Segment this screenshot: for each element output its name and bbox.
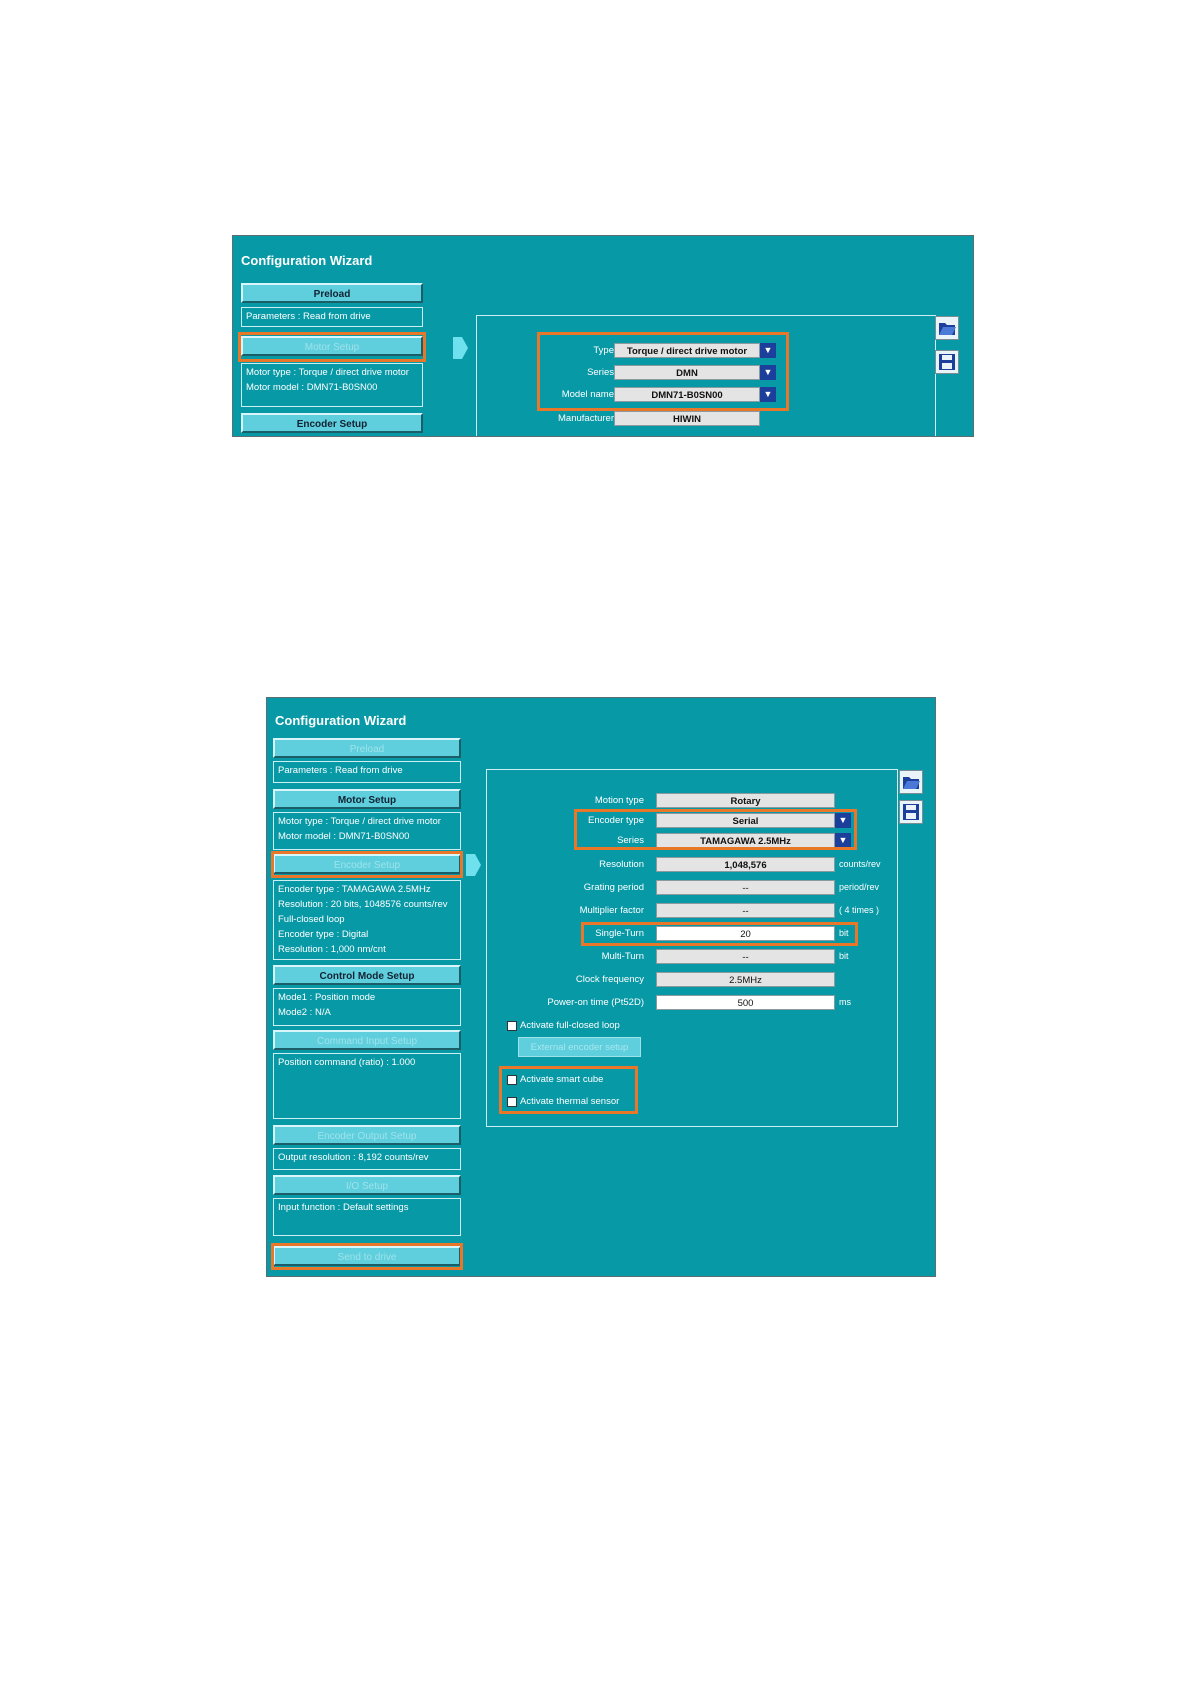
model-name-dropdown-icon[interactable]: ▼ bbox=[760, 387, 776, 402]
parameters-info-text: Parameters : Read from drive bbox=[246, 311, 371, 322]
save-file-button-2[interactable] bbox=[899, 800, 923, 824]
encoder-type-dropdown-icon[interactable]: ▼ bbox=[835, 813, 851, 828]
preload-button[interactable]: Preload bbox=[241, 283, 423, 303]
control-mode-info-line: Mode2 : N/A bbox=[278, 1007, 331, 1018]
encoder-info-line: Encoder type : TAMAGAWA 2.5MHz bbox=[278, 884, 431, 895]
clock-frequency-field: 2.5MHz bbox=[656, 972, 835, 987]
encoder-info-line: Encoder type : Digital bbox=[278, 929, 369, 940]
open-file-button[interactable] bbox=[935, 316, 959, 340]
parameters-info-2: Parameters : Read from drive bbox=[273, 761, 461, 783]
window-title-2: Configuration Wizard bbox=[275, 713, 407, 728]
series-label: Series bbox=[587, 367, 614, 378]
multiplier-factor-unit: ( 4 times ) bbox=[839, 905, 880, 915]
floppy-disk-icon bbox=[939, 354, 955, 370]
model-name-label: Model name bbox=[561, 389, 614, 400]
single-turn-unit: bit bbox=[839, 928, 849, 938]
command-input-info: Position command (ratio) : 1.000 bbox=[273, 1053, 461, 1119]
multiplier-factor-field: -- bbox=[656, 903, 835, 918]
multi-turn-label: Multi-Turn bbox=[601, 951, 644, 962]
motion-type-label: Motion type bbox=[594, 795, 644, 806]
config-wizard-window-2: Configuration Wizard Preload Parameters … bbox=[266, 697, 936, 1277]
active-step-arrow bbox=[453, 337, 468, 359]
io-info-line: Input function : Default settings bbox=[278, 1202, 409, 1213]
open-folder-icon bbox=[903, 777, 920, 789]
save-file-button[interactable] bbox=[935, 350, 959, 374]
encoder-type-select[interactable]: Serial bbox=[656, 813, 835, 828]
series-dropdown-icon[interactable]: ▼ bbox=[760, 365, 776, 380]
parameters-info-text-2: Parameters : Read from drive bbox=[278, 765, 403, 776]
control-mode-info: Mode1 : Position mode Mode2 : N/A bbox=[273, 988, 461, 1026]
thermal-sensor-label: Activate thermal sensor bbox=[520, 1096, 620, 1107]
io-setup-button[interactable]: I/O Setup bbox=[273, 1175, 461, 1195]
power-on-time-label: Power-on time (Pt52D) bbox=[547, 997, 644, 1008]
series-label-2: Series bbox=[617, 835, 644, 846]
power-on-time-input[interactable]: 500 bbox=[656, 995, 835, 1010]
encoder-output-info-line: Output resolution : 8,192 counts/rev bbox=[278, 1152, 429, 1163]
encoder-setup-button-2[interactable]: Encoder Setup bbox=[273, 854, 461, 874]
manufacturer-field: HIWIN bbox=[614, 411, 760, 426]
encoder-output-info: Output resolution : 8,192 counts/rev bbox=[273, 1148, 461, 1170]
series-select[interactable]: DMN bbox=[614, 365, 760, 380]
model-name-select[interactable]: DMN71-B0SN00 bbox=[614, 387, 760, 402]
single-turn-input[interactable]: 20 bbox=[656, 926, 835, 941]
motor-model-info: Motor model : DMN71-B0SN00 bbox=[246, 382, 378, 393]
motor-setup-button[interactable]: Motor Setup bbox=[241, 336, 423, 356]
open-file-button-2[interactable] bbox=[899, 770, 923, 794]
control-mode-info-line: Mode1 : Position mode bbox=[278, 992, 376, 1003]
motor-info-2: Motor type : Torque / direct drive motor… bbox=[273, 812, 461, 850]
multi-turn-field: -- bbox=[656, 949, 835, 964]
smart-cube-label: Activate smart cube bbox=[520, 1074, 604, 1085]
control-mode-setup-button[interactable]: Control Mode Setup bbox=[273, 965, 461, 985]
full-closed-loop-label: Activate full-closed loop bbox=[520, 1020, 620, 1031]
floppy-disk-icon bbox=[903, 804, 919, 820]
motor-model-info-2: Motor model : DMN71-B0SN00 bbox=[278, 831, 410, 842]
encoder-info-line: Resolution : 20 bits, 1048576 counts/rev bbox=[278, 899, 448, 910]
resolution-unit: counts/rev bbox=[839, 859, 881, 869]
command-input-setup-button[interactable]: Command Input Setup bbox=[273, 1030, 461, 1050]
thermal-sensor-checkbox[interactable] bbox=[507, 1097, 517, 1107]
motor-info: Motor type : Torque / direct drive motor… bbox=[241, 363, 423, 407]
multiplier-factor-label: Multiplier factor bbox=[579, 905, 644, 916]
command-input-info-line: Position command (ratio) : 1.000 bbox=[278, 1057, 416, 1068]
encoder-info: Encoder type : TAMAGAWA 2.5MHz Resolutio… bbox=[273, 880, 461, 960]
grating-period-label: Grating period bbox=[583, 882, 644, 893]
motor-type-info: Motor type : Torque / direct drive motor bbox=[246, 367, 409, 378]
resolution-label: Resolution bbox=[599, 859, 644, 870]
type-dropdown-icon[interactable]: ▼ bbox=[760, 343, 776, 358]
config-wizard-window-1: Configuration Wizard Preload Parameters … bbox=[232, 235, 974, 437]
type-label: Type bbox=[593, 345, 614, 356]
open-folder-icon bbox=[939, 323, 956, 335]
power-on-time-unit: ms bbox=[839, 997, 851, 1007]
type-select[interactable]: Torque / direct drive motor bbox=[614, 343, 760, 358]
single-turn-label: Single-Turn bbox=[595, 928, 644, 939]
motion-type-field: Rotary bbox=[656, 793, 835, 808]
encoder-type-label: Encoder type bbox=[588, 815, 644, 826]
motor-setup-button-2[interactable]: Motor Setup bbox=[273, 789, 461, 809]
grating-period-field: -- bbox=[656, 880, 835, 895]
external-encoder-setup-button[interactable]: External encoder setup bbox=[518, 1037, 641, 1057]
resolution-field: 1,048,576 bbox=[656, 857, 835, 872]
clock-frequency-label: Clock frequency bbox=[575, 974, 644, 985]
full-closed-loop-checkbox[interactable] bbox=[507, 1021, 517, 1031]
manufacturer-label: Manufacturer bbox=[558, 413, 614, 424]
smart-cube-checkbox[interactable] bbox=[507, 1075, 517, 1085]
active-step-arrow-2 bbox=[466, 854, 481, 876]
encoder-setup-button[interactable]: Encoder Setup bbox=[241, 413, 423, 433]
series-dropdown-icon-2[interactable]: ▼ bbox=[835, 833, 851, 848]
encoder-info-line: Full-closed loop bbox=[278, 914, 345, 925]
preload-button-2[interactable]: Preload bbox=[273, 738, 461, 758]
window-title: Configuration Wizard bbox=[241, 253, 373, 268]
series-select-2[interactable]: TAMAGAWA 2.5MHz bbox=[656, 833, 835, 848]
parameters-info: Parameters : Read from drive bbox=[241, 307, 423, 327]
encoder-info-line: Resolution : 1,000 nm/cnt bbox=[278, 944, 386, 955]
grating-period-unit: period/rev bbox=[839, 882, 880, 892]
multi-turn-unit: bit bbox=[839, 951, 849, 961]
send-to-drive-button[interactable]: Send to drive bbox=[273, 1246, 461, 1266]
motor-type-info-2: Motor type : Torque / direct drive motor bbox=[278, 816, 441, 827]
encoder-output-setup-button[interactable]: Encoder Output Setup bbox=[273, 1125, 461, 1145]
io-info: Input function : Default settings bbox=[273, 1198, 461, 1236]
